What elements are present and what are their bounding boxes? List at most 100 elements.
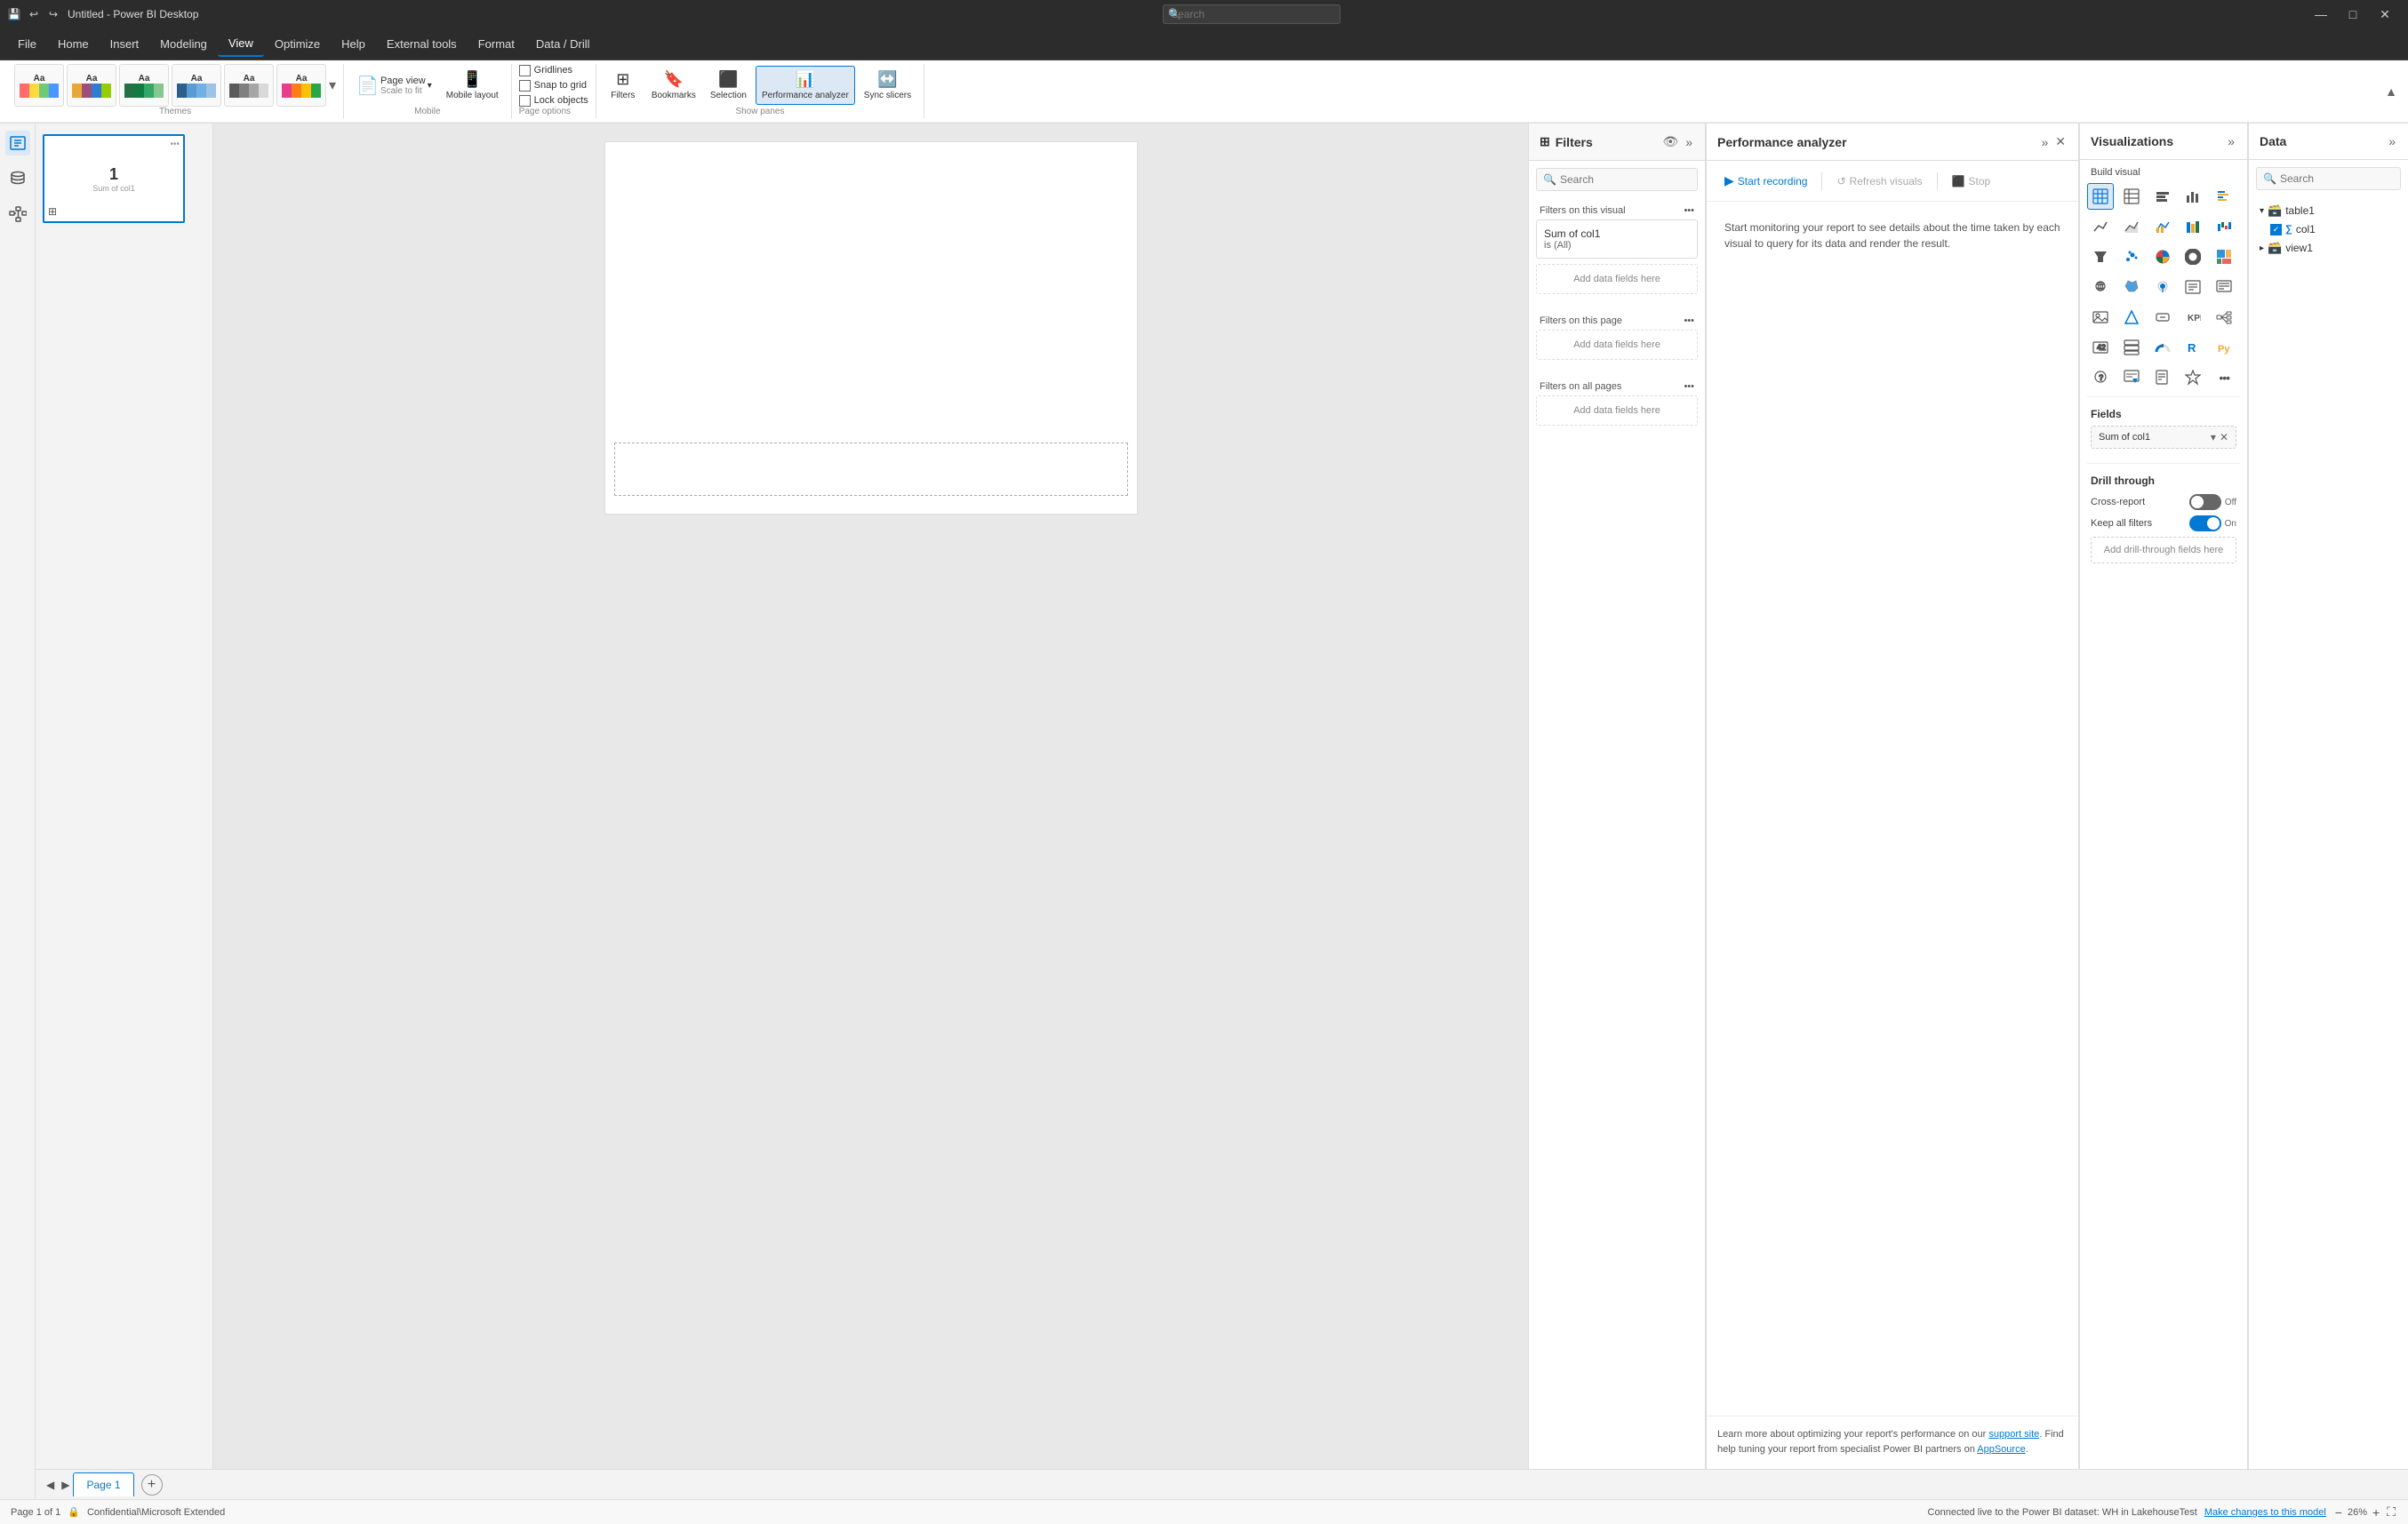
page-add-button[interactable]: + — [141, 1474, 163, 1496]
viz-icon-text-box[interactable] — [2180, 274, 2206, 300]
snap-to-grid-checkbox[interactable]: Snap to grid — [519, 80, 588, 92]
zoom-in-button[interactable]: + — [2371, 1505, 2381, 1520]
viz-icon-gauge[interactable] — [2149, 334, 2176, 361]
undo-icon[interactable]: ↩ — [27, 7, 41, 21]
viz-icon-shape[interactable] — [2118, 304, 2145, 331]
data-panel-expand-button[interactable]: » — [2387, 132, 2397, 150]
data-tree-view1[interactable]: ▸ 🗃️ view1 — [2256, 238, 2401, 258]
selection-button[interactable]: ⬛ Selection — [705, 67, 752, 104]
sidebar-data-icon[interactable] — [5, 166, 30, 191]
viz-icon-ribbon[interactable] — [2180, 213, 2206, 240]
viz-icon-line-clustered[interactable] — [2149, 213, 2176, 240]
title-search-input[interactable] — [1163, 4, 1340, 24]
menu-file[interactable]: File — [7, 32, 47, 56]
viz-icon-python-visual[interactable]: Py — [2211, 334, 2237, 361]
col1-checkbox[interactable]: ✓ — [2270, 224, 2282, 235]
perf-expand-button[interactable]: » — [2039, 132, 2050, 151]
viz-icon-donut[interactable] — [2180, 243, 2206, 270]
support-site-link[interactable]: support site — [1988, 1429, 2039, 1440]
data-tree-table1[interactable]: ▾ 🗃️ table1 — [2256, 201, 2401, 220]
sidebar-model-icon[interactable] — [5, 202, 30, 227]
menu-home[interactable]: Home — [47, 32, 100, 56]
theme-btn-6[interactable]: Aa — [276, 64, 326, 107]
page-nav-prev[interactable]: ◀ — [43, 1475, 58, 1495]
filter-add-all-pages[interactable]: Add data fields here — [1536, 395, 1698, 426]
theme-btn-2[interactable]: Aa — [67, 64, 116, 107]
filters-pane-button[interactable]: ⊞ Filters — [604, 67, 643, 104]
menu-help[interactable]: Help — [331, 32, 376, 56]
appsource-link[interactable]: AppSource — [1977, 1444, 2025, 1455]
viz-expand-button[interactable]: » — [2226, 132, 2236, 150]
filters-eye-button[interactable]: 👁 — [1660, 132, 1680, 151]
gridlines-cb-box[interactable] — [519, 65, 531, 76]
data-search-input[interactable] — [2256, 167, 2401, 190]
viz-icon-card[interactable]: 42 — [2087, 334, 2114, 361]
cross-report-toggle[interactable] — [2189, 494, 2221, 510]
viz-field-remove-icon[interactable]: ✕ — [2220, 431, 2228, 443]
menu-format[interactable]: Format — [468, 32, 525, 56]
viz-icon-more[interactable]: ••• — [2211, 364, 2237, 391]
filter-card-col1[interactable]: Sum of col1 is (All) — [1536, 219, 1698, 259]
filter-section-page-menu[interactable]: ••• — [1684, 315, 1694, 326]
menu-view[interactable]: View — [218, 31, 264, 57]
viz-icon-custom[interactable] — [2180, 364, 2206, 391]
viz-field-col1[interactable]: Sum of col1 ▾ ✕ — [2091, 426, 2236, 449]
make-changes-link[interactable]: Make changes to this model — [2204, 1507, 2326, 1518]
menu-data-drill[interactable]: Data / Drill — [525, 32, 601, 56]
sidebar-report-icon[interactable] — [5, 131, 30, 156]
filters-search-input[interactable] — [1536, 168, 1698, 191]
theme-btn-5[interactable]: Aa — [224, 64, 274, 107]
filter-add-visual[interactable]: Add data fields here — [1536, 264, 1698, 294]
start-recording-button[interactable]: ▶ Start recording — [1717, 170, 1814, 192]
menu-modeling[interactable]: Modeling — [149, 32, 218, 56]
viz-icon-kpi[interactable]: KPI — [2180, 304, 2206, 331]
ribbon-collapse-icon[interactable]: ▲ — [2381, 81, 2401, 102]
filter-section-visual-menu[interactable]: ••• — [1684, 205, 1694, 216]
page-tab-1[interactable]: Page 1 — [73, 1472, 133, 1496]
redo-icon[interactable]: ↪ — [46, 7, 60, 21]
menu-optimize[interactable]: Optimize — [264, 32, 331, 56]
theme-btn-3[interactable]: Aa — [119, 64, 169, 107]
close-button[interactable]: ✕ — [2369, 0, 2401, 28]
viz-icon-decomp-tree[interactable] — [2211, 304, 2237, 331]
viz-icon-funnel[interactable] — [2087, 243, 2114, 270]
page-view-button[interactable]: 📄 Page view Scale to fit ▾ — [351, 71, 437, 100]
performance-analyzer-button[interactable]: 📊 Performance analyzer — [756, 66, 855, 105]
viz-drill-add-area[interactable]: Add drill-through fields here — [2091, 537, 2236, 563]
viz-icon-scatter[interactable] — [2118, 243, 2145, 270]
fit-page-button[interactable]: ⛶ — [2385, 1504, 2397, 1520]
viz-icon-image[interactable] — [2087, 304, 2114, 331]
page-thumb-1[interactable]: 1 Sum of col1 ⊞ ••• — [43, 134, 185, 223]
viz-icon-r-visual[interactable]: R — [2180, 334, 2206, 361]
viz-icon-clustered-bar[interactable] — [2211, 183, 2237, 210]
filter-add-page[interactable]: Add data fields here — [1536, 330, 1698, 360]
viz-icon-matrix[interactable] — [2118, 183, 2145, 210]
viz-icon-line[interactable] — [2087, 213, 2114, 240]
viz-icon-filled-map[interactable] — [2118, 274, 2145, 300]
viz-icon-bar[interactable] — [2149, 183, 2176, 210]
viz-icon-narrative[interactable] — [2211, 274, 2237, 300]
maximize-button[interactable]: □ — [2337, 0, 2369, 28]
viz-icon-qna[interactable]: ? — [2087, 364, 2114, 391]
gridlines-checkbox[interactable]: Gridlines — [519, 65, 588, 76]
viz-icon-waterfall[interactable] — [2211, 213, 2237, 240]
minimize-button[interactable]: — — [2305, 0, 2337, 28]
viz-icon-treemap[interactable] — [2211, 243, 2237, 270]
sync-slicers-button[interactable]: ↔️ Sync slicers — [859, 67, 916, 104]
filters-expand-button[interactable]: » — [1684, 132, 1694, 151]
theme-btn-4[interactable]: Aa — [172, 64, 221, 107]
viz-field-dropdown-icon[interactable]: ▾ — [2211, 431, 2216, 443]
page-thumb-menu[interactable]: ••• — [170, 140, 180, 149]
theme-btn-1[interactable]: Aa — [14, 64, 64, 107]
mobile-layout-button[interactable]: 📱 Mobile layout — [441, 67, 504, 104]
snap-to-grid-cb-box[interactable] — [519, 80, 531, 92]
perf-close-button[interactable]: ✕ — [2053, 132, 2068, 151]
data-tree-col1[interactable]: ✓ ∑ col1 — [2256, 220, 2401, 238]
lock-objects-checkbox[interactable]: Lock objects — [519, 95, 588, 107]
viz-icon-azure-map[interactable] — [2149, 274, 2176, 300]
viz-icon-paginated[interactable] — [2149, 364, 2176, 391]
viz-icon-smart-narrative[interactable] — [2118, 364, 2145, 391]
bookmarks-button[interactable]: 🔖 Bookmarks — [646, 67, 701, 104]
viz-icon-area[interactable] — [2118, 213, 2145, 240]
viz-icon-column[interactable] — [2180, 183, 2206, 210]
